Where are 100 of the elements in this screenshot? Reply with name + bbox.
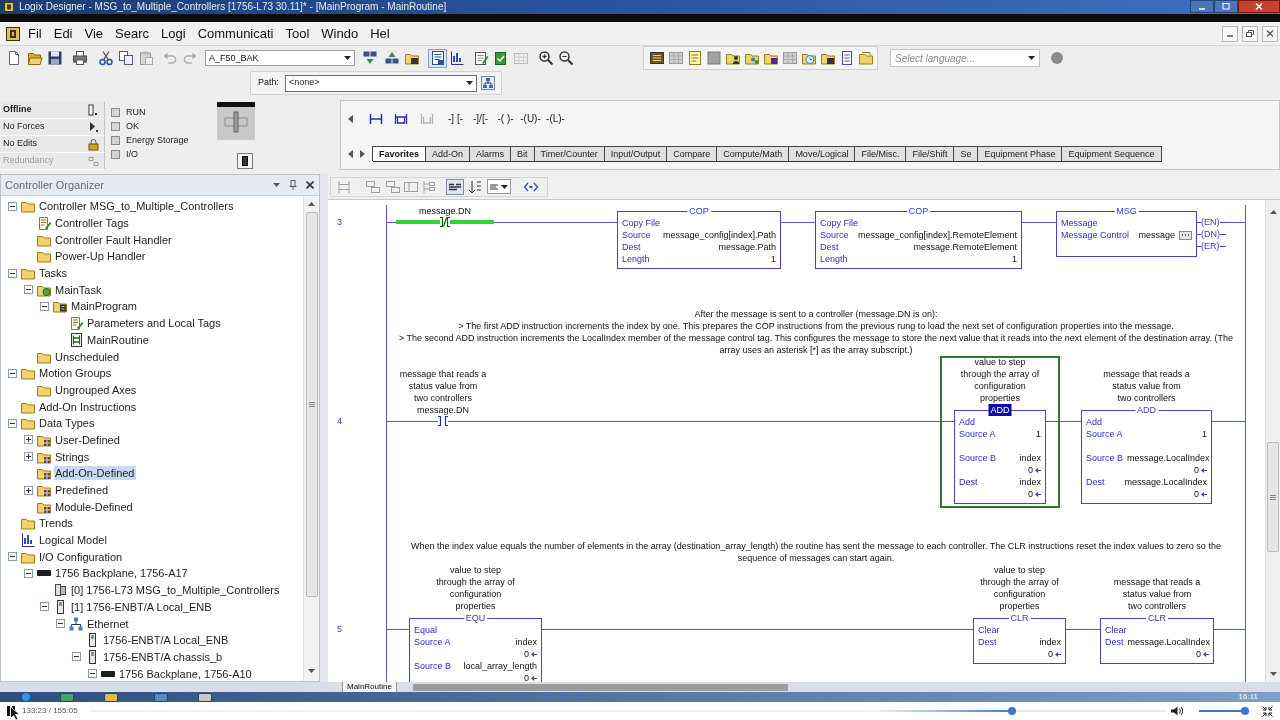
instruction-button[interactable]: -] [- [443,112,468,126]
palette-tab[interactable]: Se [953,146,979,161]
browse-button[interactable] [1179,230,1192,240]
taskbar-app-icon[interactable] [104,692,118,702]
palette-tab[interactable]: Timer/Counter [533,146,605,161]
tree-item[interactable]: Add-On Instructions [38,399,138,414]
taskbar-app-icon[interactable] [154,692,168,702]
scroll-down-icon[interactable] [1269,672,1277,676]
restore-button[interactable] [1242,25,1258,42]
tree-item[interactable]: Motion Groups [38,366,113,381]
collapse-icon[interactable] [39,602,49,612]
document-icon[interactable] [839,50,855,66]
key-button[interactable] [237,153,253,169]
scroll-right-icon[interactable] [360,150,366,158]
collapse-icon[interactable] [7,552,17,562]
tree-item[interactable]: MainRoutine [86,332,150,347]
menu-item[interactable]: Logi [155,23,192,44]
app-icon[interactable] [6,26,20,41]
tree-item[interactable]: Logical Model [38,533,108,548]
collapse-icon[interactable] [7,418,17,428]
palette-tab[interactable]: Equipment Phase [977,146,1063,161]
scroll-left-icon[interactable] [348,115,354,123]
scroll-up-icon[interactable] [1269,210,1277,214]
tree-item[interactable]: Tasks [38,266,69,281]
palette-tab[interactable]: Input/Output [603,146,668,161]
tree-item[interactable]: 1756 Backplane, 1756-A17 [54,566,189,581]
path-dropdown[interactable]: <none> [285,74,477,92]
tree-item[interactable]: Strings [54,449,91,464]
tree-item[interactable]: Parameters and Local Tags [86,316,222,331]
upload-icon[interactable] [384,50,400,66]
network-tree-icon[interactable] [480,75,496,91]
instruction-button[interactable]: -(L)- [543,112,568,126]
tree-item[interactable]: Ethernet [86,616,130,631]
zoom-out-icon[interactable] [558,50,574,66]
display-dropdown[interactable] [487,179,511,194]
lock-icon[interactable] [86,137,100,151]
palette-tab[interactable]: Compare [666,146,718,161]
instruction-mnemonic[interactable]: COP [687,205,711,217]
tree-item[interactable]: Module-Defined [54,499,134,514]
palette-tab[interactable]: Move/Logical [788,146,856,161]
tree-item[interactable]: Trends [38,516,74,531]
ledger-icon[interactable] [649,50,665,66]
close-button[interactable] [1262,25,1278,42]
edit-document-icon[interactable] [473,50,489,66]
palette-tab[interactable]: Alarms [469,146,512,161]
tree-item[interactable]: I/O Configuration [38,549,124,564]
instruction-mnemonic[interactable]: ADD [988,404,1012,416]
slider-thumb[interactable] [1007,707,1016,715]
palette-tab[interactable]: Equipment Sequence [1061,146,1162,161]
instruction-mnemonic[interactable]: EQU [463,612,488,624]
palette-tab[interactable]: File/Shift [905,146,955,161]
menu-item[interactable]: Windo [315,23,365,44]
view-toggle-button[interactable] [428,48,447,68]
expand-icon[interactable] [23,435,33,445]
collapse-icon[interactable] [7,201,17,211]
tree-item[interactable]: Add-On-Defined [54,466,136,481]
close-icon[interactable] [306,181,314,189]
instruction-mnemonic[interactable]: ADD [1135,404,1158,416]
copy-icon[interactable] [118,50,134,66]
tree-item[interactable]: [1] 1756-ENBT/A Local_ENB [70,599,213,614]
scissors-icon[interactable] [98,50,114,66]
menu-item[interactable]: Tool [279,23,316,44]
tree-item[interactable]: 1756-ENBT/A Local_ENB [102,633,230,648]
tree-item[interactable]: 1756-ENBT/A chassis_b [102,649,224,664]
instruction-mnemonic[interactable]: CLR [1146,612,1168,624]
tree-item[interactable]: Power-Up Handler [54,249,147,264]
collapse-icon[interactable] [55,619,65,629]
label-toggle-button[interactable] [446,178,464,195]
tree-item[interactable]: 1756 Backplane, 1756-A10 [118,666,253,681]
collapse-icon[interactable] [7,368,17,378]
folder-stack-icon[interactable] [858,50,874,66]
collapse-icon[interactable] [23,285,33,295]
collapse-icon[interactable] [71,652,81,662]
palette-tab[interactable]: Compute/Math [716,146,790,161]
scrollbar-thumb[interactable] [412,683,788,691]
scroll-left-icon[interactable] [348,150,354,158]
tree-item[interactable]: Controller Tags [54,216,130,231]
palette-tab[interactable]: File/Misc. [854,146,907,161]
save-icon[interactable] [47,50,63,66]
menu-item[interactable]: Searc [109,23,156,44]
collapse-icon[interactable] [39,301,49,311]
notepad-icon[interactable] [687,50,703,66]
sort-icon[interactable] [467,178,483,195]
new-file-icon[interactable] [6,50,22,66]
menu-item[interactable]: Edi [47,23,79,44]
collapse-icon[interactable] [23,568,33,578]
start-orb-icon[interactable] [20,692,32,702]
scrollbar-thumb[interactable] [305,212,318,597]
recent-item-dropdown[interactable]: A_F50_BAK [205,50,355,66]
collapse-icon[interactable] [7,268,17,278]
menu-item[interactable]: Hel [364,23,396,44]
minimize-button[interactable] [1222,25,1238,42]
tree-item[interactable]: Controller Fault Handler [54,232,173,247]
disc-icon[interactable] [1050,51,1064,65]
scroll-down-icon[interactable] [308,669,315,673]
expand-icon[interactable] [23,485,33,495]
printer-icon[interactable] [72,50,88,66]
caret-icon[interactable] [273,183,280,187]
tree-item[interactable]: Data Types [38,416,96,431]
instruction-mnemonic[interactable]: MSG [1114,205,1139,217]
